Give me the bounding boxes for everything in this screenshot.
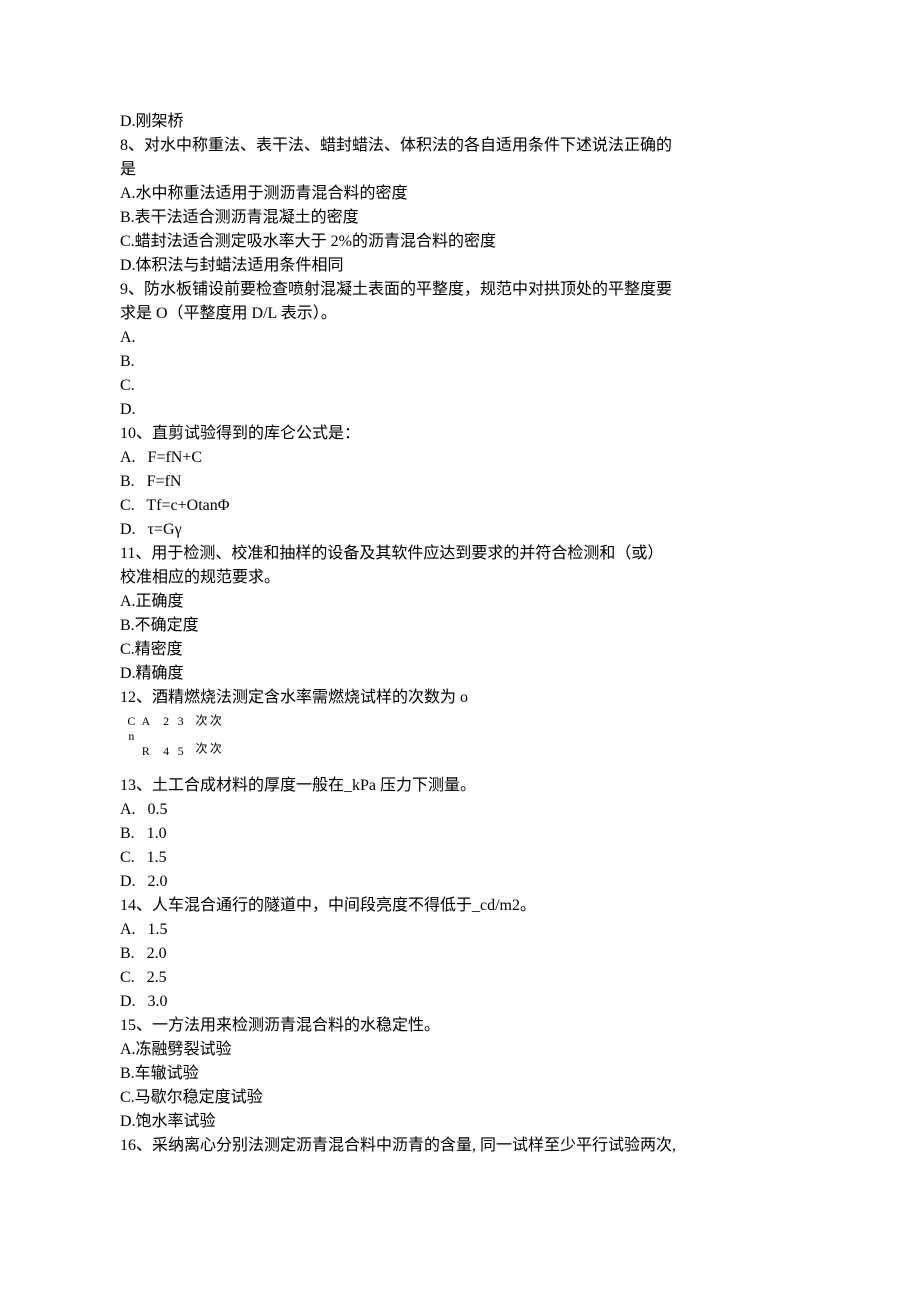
q9-stem-line2: 求是 O（平整度用 D/L 表示）。 <box>120 302 800 326</box>
q13-option-c: C. 1.5 <box>120 846 800 870</box>
q12-rotated-options: A R Cn 3 5 2 4 次 次 次 次 <box>120 714 800 762</box>
q14-option-c: C. 2.5 <box>120 966 800 990</box>
q13-option-b: B. 1.0 <box>120 822 800 846</box>
q11-option-c: C.精密度 <box>120 638 800 662</box>
q14-option-a: A. 1.5 <box>120 918 800 942</box>
q8-option-a: A.水中称重法适用于测沥青混合料的密度 <box>120 182 800 206</box>
q15-option-d: D.饱水率试验 <box>120 1110 800 1134</box>
q8-option-b: B.表干法适合测沥青混凝土的密度 <box>120 206 800 230</box>
q9-option-b: B. <box>120 350 800 374</box>
q12-rotated-col2: 3 5 2 4 <box>159 714 188 762</box>
q15-option-a: A.冻融劈裂试验 <box>120 1038 800 1062</box>
q12-rotated-col1: A R Cn <box>124 714 153 762</box>
q9-option-d: D. <box>120 398 800 422</box>
q8-stem-line1: 8、对水中称重法、表干法、蜡封蜡法、体积法的各自适用条件下述说法正确的 <box>120 134 800 158</box>
document-page: D.刚架桥 8、对水中称重法、表干法、蜡封蜡法、体积法的各自适用条件下述说法正确… <box>0 0 920 1301</box>
q11-stem-line1: 11、用于检测、校准和抽样的设备及其软件应达到要求的并符合检测和（或） <box>120 542 800 566</box>
q15-option-b: B.车辙试验 <box>120 1062 800 1086</box>
q11-option-b: B.不确定度 <box>120 614 800 638</box>
q11-option-d: D.精确度 <box>120 662 800 686</box>
q8-option-c: C.蜡封法适合测定吸水率大于 2%的沥青混合料的密度 <box>120 230 800 254</box>
q9-option-c: C. <box>120 374 800 398</box>
q13-option-d: D. 2.0 <box>120 870 800 894</box>
q10-stem: 10、直剪试验得到的库仑公式是： <box>120 422 800 446</box>
q14-option-b: B. 2.0 <box>120 942 800 966</box>
q8-stem-line2: 是 <box>120 158 800 182</box>
q14-option-d: D. 3.0 <box>120 990 800 1014</box>
q10-option-c: C. Tf=c+OtanΦ <box>120 494 800 518</box>
q11-stem-line2: 校准相应的规范要求。 <box>120 566 800 590</box>
q14-stem: 14、人车混合通行的隧道中，中间段亮度不得低于_cd/m2。 <box>120 894 800 918</box>
q16-stem: 16、采纳离心分别法测定沥青混合料中沥青的含量, 同一试样至少平行试验两次, <box>120 1134 800 1158</box>
q13-stem: 13、土工合成材料的厚度一般在_kPa 压力下测量。 <box>120 774 800 798</box>
q8-option-d: D.体积法与封蜡法适用条件相同 <box>120 254 800 278</box>
q13-option-a: A. 0.5 <box>120 798 800 822</box>
q10-option-d: D. τ=Gγ <box>120 518 800 542</box>
q9-option-a: A. <box>120 326 800 350</box>
q7-option-d: D.刚架桥 <box>120 110 800 134</box>
q10-option-b: B. F=fN <box>120 470 800 494</box>
q15-stem: 15、一方法用来检测沥青混合料的水稳定性。 <box>120 1014 800 1038</box>
q15-option-c: C.马歇尔稳定度试验 <box>120 1086 800 1110</box>
q10-option-a: A. F=fN+C <box>120 446 800 470</box>
q11-option-a: A.正确度 <box>120 590 800 614</box>
q9-stem-line1: 9、防水板铺设前要检查喷射混凝土表面的平整度，规范中对拱顶处的平整度要 <box>120 278 800 302</box>
q12-rotated-col3: 次 次 次 次 <box>194 714 223 762</box>
q12-stem: 12、酒精燃烧法测定含水率需燃烧试样的次数为 o <box>120 686 800 710</box>
